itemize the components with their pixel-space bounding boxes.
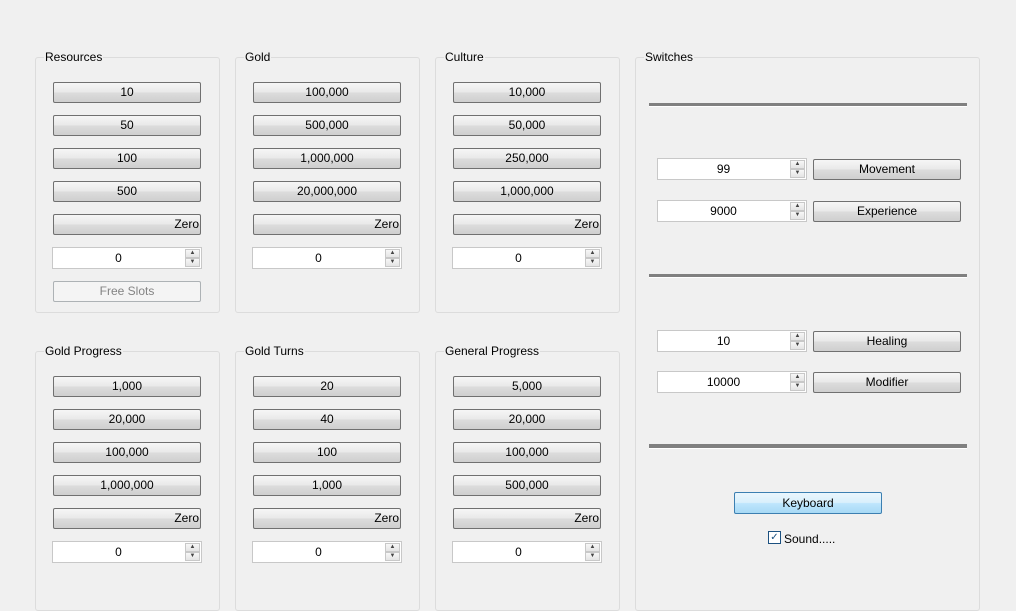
gold-progress-zero-button[interactable]: Zero <box>53 508 201 529</box>
spin-up-icon[interactable]: ▲ <box>585 249 600 258</box>
spin-up-icon[interactable]: ▲ <box>790 160 805 169</box>
culture-250000-button[interactable]: 250,000 <box>453 148 601 169</box>
keyboard-button[interactable]: Keyboard <box>734 492 882 514</box>
gold-spinbox[interactable]: 0 ▲ ▼ <box>252 247 402 269</box>
gold-turns-zero-button[interactable]: Zero <box>253 508 401 529</box>
spin-up-icon[interactable]: ▲ <box>585 543 600 552</box>
modifier-value[interactable]: 10000 <box>658 372 789 392</box>
resources-title: Resources <box>44 50 104 64</box>
spin-down-icon[interactable]: ▼ <box>790 341 805 350</box>
experience-button[interactable]: Experience <box>813 201 961 222</box>
switches-title: Switches <box>644 50 695 64</box>
checkbox-checked-icon[interactable]: ✓ <box>768 531 781 545</box>
general-progress-title: General Progress <box>444 344 541 358</box>
spin-up-icon[interactable]: ▲ <box>385 543 400 552</box>
gold-progress-1000-button[interactable]: 1,000 <box>53 376 201 397</box>
resources-500-button[interactable]: 500 <box>53 181 201 202</box>
spin-up-icon[interactable]: ▲ <box>385 249 400 258</box>
movement-value[interactable]: 99 <box>658 159 789 179</box>
spin-up-icon[interactable]: ▲ <box>185 543 200 552</box>
spin-down-icon[interactable]: ▼ <box>585 258 600 267</box>
spin-up-icon[interactable]: ▲ <box>790 373 805 382</box>
resources-50-button[interactable]: 50 <box>53 115 201 136</box>
spin-down-icon[interactable]: ▼ <box>585 552 600 561</box>
general-progress-100000-button[interactable]: 100,000 <box>453 442 601 463</box>
spin-down-icon[interactable]: ▼ <box>185 552 200 561</box>
resources-spinbox[interactable]: 0 ▲ ▼ <box>52 247 202 269</box>
gold-progress-spinbox[interactable]: 0 ▲ ▼ <box>52 541 202 563</box>
healing-spinbox[interactable]: 10 ▲ ▼ <box>657 330 807 352</box>
spin-down-icon[interactable]: ▼ <box>790 169 805 178</box>
resources-10-button[interactable]: 10 <box>53 82 201 103</box>
gold-progress-value[interactable]: 0 <box>53 542 184 562</box>
experience-spinbox[interactable]: 9000 ▲ ▼ <box>657 200 807 222</box>
gold-turns-20-button[interactable]: 20 <box>253 376 401 397</box>
experience-value[interactable]: 9000 <box>658 201 789 221</box>
movement-button[interactable]: Movement <box>813 159 961 180</box>
general-progress-5000-button[interactable]: 5,000 <box>453 376 601 397</box>
spin-down-icon[interactable]: ▼ <box>185 258 200 267</box>
gold-title: Gold <box>244 50 272 64</box>
culture-title: Culture <box>444 50 485 64</box>
gold-20000000-button[interactable]: 20,000,000 <box>253 181 401 202</box>
resources-100-button[interactable]: 100 <box>53 148 201 169</box>
general-progress-20000-button[interactable]: 20,000 <box>453 409 601 430</box>
gold-progress-1000000-button[interactable]: 1,000,000 <box>53 475 201 496</box>
gold-1000000-button[interactable]: 1,000,000 <box>253 148 401 169</box>
general-progress-spinbox[interactable]: 0 ▲ ▼ <box>452 541 602 563</box>
gold-500000-button[interactable]: 500,000 <box>253 115 401 136</box>
free-slots-button[interactable]: Free Slots <box>53 281 201 302</box>
resources-value[interactable]: 0 <box>53 248 184 268</box>
spin-down-icon[interactable]: ▼ <box>385 552 400 561</box>
gold-100000-button[interactable]: 100,000 <box>253 82 401 103</box>
gold-value[interactable]: 0 <box>253 248 384 268</box>
culture-spinbox[interactable]: 0 ▲ ▼ <box>452 247 602 269</box>
general-progress-zero-button[interactable]: Zero <box>453 508 601 529</box>
movement-spinbox[interactable]: 99 ▲ ▼ <box>657 158 807 180</box>
modifier-spinbox[interactable]: 10000 ▲ ▼ <box>657 371 807 393</box>
gold-zero-button[interactable]: Zero <box>253 214 401 235</box>
healing-value[interactable]: 10 <box>658 331 789 351</box>
gold-turns-40-button[interactable]: 40 <box>253 409 401 430</box>
gold-progress-title: Gold Progress <box>44 344 123 358</box>
separator <box>649 274 967 278</box>
culture-1000000-button[interactable]: 1,000,000 <box>453 181 601 202</box>
separator <box>649 444 967 449</box>
gold-turns-spinbox[interactable]: 0 ▲ ▼ <box>252 541 402 563</box>
culture-zero-button[interactable]: Zero <box>453 214 601 235</box>
gold-turns-title: Gold Turns <box>244 344 305 358</box>
spin-down-icon[interactable]: ▼ <box>790 382 805 391</box>
spin-down-icon[interactable]: ▼ <box>385 258 400 267</box>
spin-up-icon[interactable]: ▲ <box>790 202 805 211</box>
gold-turns-value[interactable]: 0 <box>253 542 384 562</box>
separator <box>649 103 967 107</box>
gold-turns-1000-button[interactable]: 1,000 <box>253 475 401 496</box>
culture-value[interactable]: 0 <box>453 248 584 268</box>
general-progress-500000-button[interactable]: 500,000 <box>453 475 601 496</box>
spin-down-icon[interactable]: ▼ <box>790 211 805 220</box>
gold-progress-100000-button[interactable]: 100,000 <box>53 442 201 463</box>
resources-zero-button[interactable]: Zero <box>53 214 201 235</box>
sound-checkbox[interactable]: ✓ Sound..... <box>768 531 835 547</box>
healing-button[interactable]: Healing <box>813 331 961 352</box>
culture-10000-button[interactable]: 10,000 <box>453 82 601 103</box>
spin-up-icon[interactable]: ▲ <box>185 249 200 258</box>
culture-50000-button[interactable]: 50,000 <box>453 115 601 136</box>
gold-turns-100-button[interactable]: 100 <box>253 442 401 463</box>
gold-progress-20000-button[interactable]: 20,000 <box>53 409 201 430</box>
general-progress-value[interactable]: 0 <box>453 542 584 562</box>
sound-label: Sound..... <box>784 531 836 546</box>
modifier-button[interactable]: Modifier <box>813 372 961 393</box>
spin-up-icon[interactable]: ▲ <box>790 332 805 341</box>
